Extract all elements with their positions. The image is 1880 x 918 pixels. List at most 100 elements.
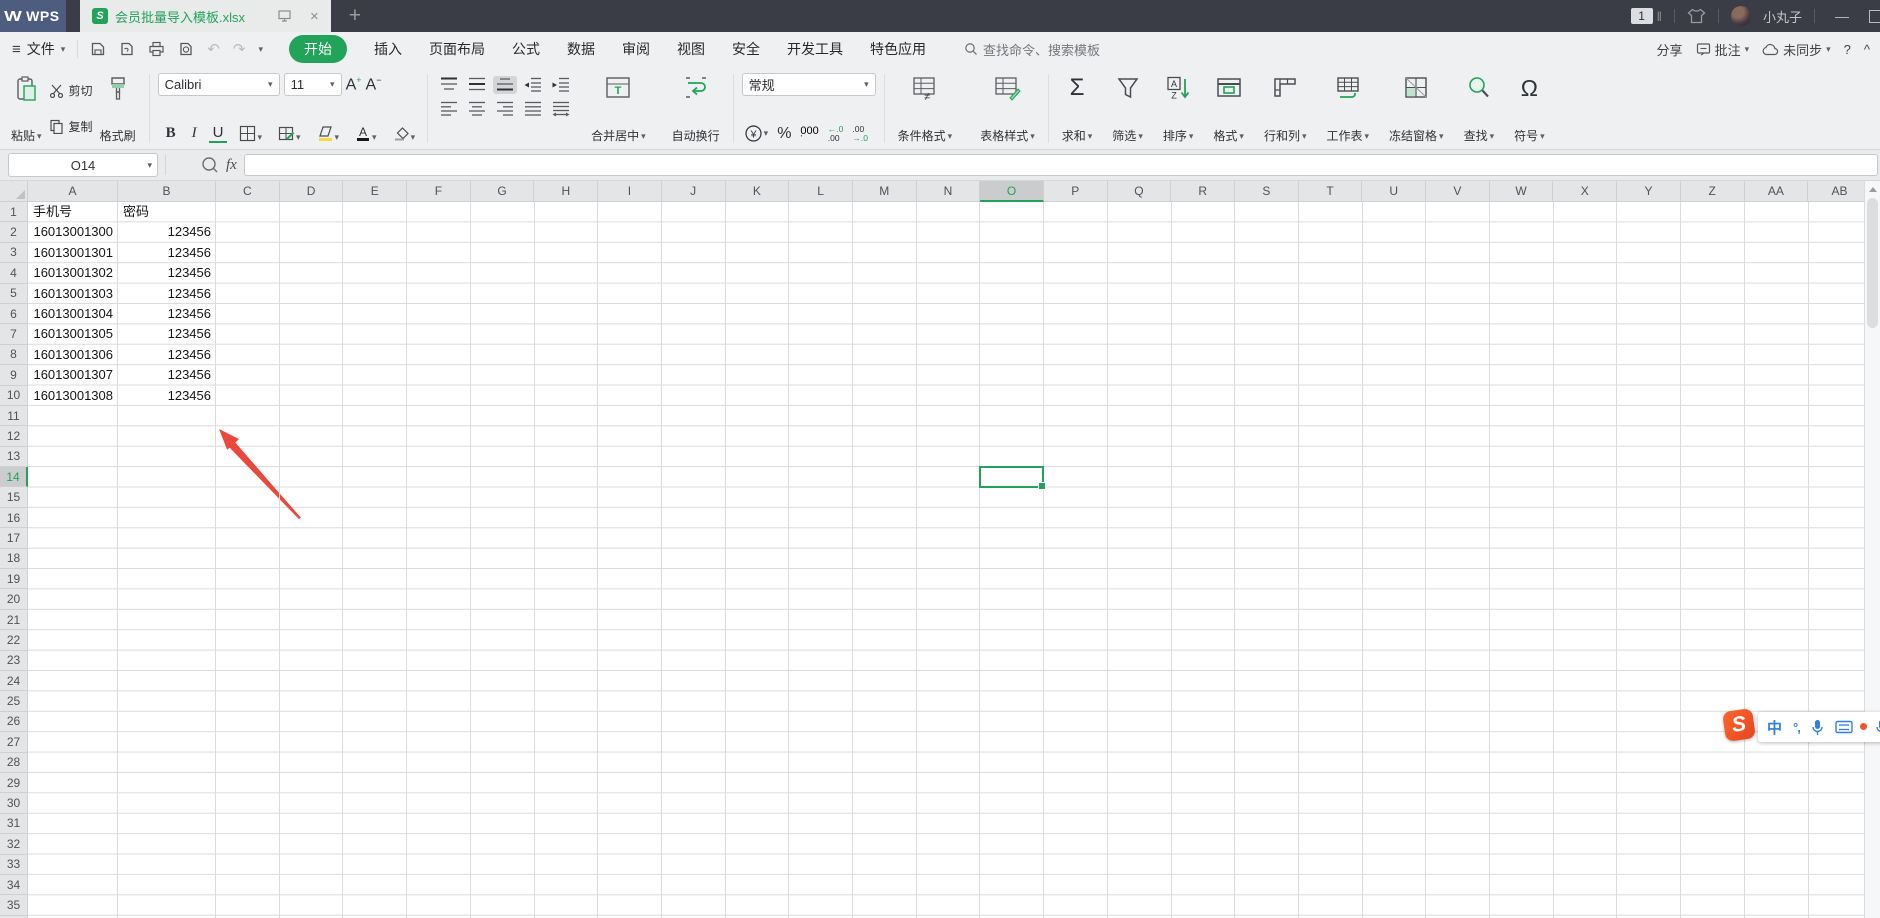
- column-header-S[interactable]: S: [1235, 181, 1299, 202]
- freeze-panes-button[interactable]: 冻结窗格 ▾: [1384, 71, 1449, 146]
- font-family-select[interactable]: Calibri ▾: [157, 73, 280, 96]
- column-header-J[interactable]: J: [661, 181, 726, 202]
- column-header-G[interactable]: G: [470, 181, 535, 202]
- column-header-Z[interactable]: Z: [1680, 181, 1745, 202]
- scrollbar-thumb[interactable]: [1867, 198, 1878, 328]
- menu-tab-4[interactable]: 公式: [512, 35, 540, 63]
- pin-to-desktop-icon[interactable]: [278, 10, 291, 22]
- row-header-4[interactable]: 4: [0, 263, 28, 284]
- cell-A2[interactable]: 16013001300: [28, 222, 118, 242]
- new-tab-button[interactable]: +: [349, 4, 361, 28]
- row-header-2[interactable]: 2: [0, 222, 28, 243]
- row-header-32[interactable]: 32: [0, 834, 28, 855]
- distribute-button[interactable]: [549, 100, 573, 118]
- column-header-X[interactable]: X: [1553, 181, 1618, 202]
- cell-A6[interactable]: 16013001304: [28, 304, 118, 324]
- ime-chinese-mode-button[interactable]: 中: [1767, 717, 1782, 738]
- font-color-button[interactable]: A ▾: [351, 124, 381, 143]
- column-header-I[interactable]: I: [598, 181, 662, 202]
- cell-B4[interactable]: 123456: [118, 263, 216, 283]
- menu-tab-3[interactable]: 页面布局: [429, 35, 485, 63]
- row-header-30[interactable]: 30: [0, 793, 28, 814]
- cell-B8[interactable]: 123456: [118, 345, 216, 365]
- decrease-indent-button[interactable]: [521, 76, 545, 94]
- window-restore-button[interactable]: [1869, 9, 1880, 23]
- window-minimize-button[interactable]: —: [1827, 8, 1857, 24]
- cell-B7[interactable]: 123456: [118, 324, 216, 344]
- row-header-3[interactable]: 3: [0, 242, 28, 264]
- row-header-26[interactable]: 26: [0, 711, 28, 733]
- row-header-13[interactable]: 13: [0, 446, 28, 468]
- sync-status-button[interactable]: 未同步 ▾: [1762, 40, 1831, 59]
- row-header-14[interactable]: 14: [0, 467, 28, 488]
- row-header-6[interactable]: 6: [0, 303, 28, 325]
- table-style-button[interactable]: 表格样式 ▾: [975, 71, 1040, 146]
- decrease-font-button[interactable]: A−: [366, 75, 382, 94]
- sort-button[interactable]: A Z 排序 ▾: [1158, 71, 1199, 146]
- cell-A4[interactable]: 16013001302: [28, 263, 118, 283]
- menu-tab-10[interactable]: 特色应用: [870, 35, 926, 63]
- cell-A9[interactable]: 16013001307: [28, 365, 118, 385]
- column-header-L[interactable]: L: [789, 181, 853, 202]
- column-header-B[interactable]: B: [118, 181, 216, 202]
- name-box[interactable]: O14 ▾: [8, 153, 158, 177]
- cell-A5[interactable]: 16013001303: [28, 284, 118, 304]
- row-header-17[interactable]: 17: [0, 528, 28, 549]
- bold-button[interactable]: B: [162, 124, 180, 143]
- row-header-25[interactable]: 25: [0, 691, 28, 712]
- align-bottom-button[interactable]: [493, 76, 518, 94]
- cell-A10[interactable]: 16013001308: [28, 386, 118, 406]
- column-header-M[interactable]: M: [852, 181, 917, 202]
- row-header-23[interactable]: 23: [0, 650, 28, 671]
- column-header-T[interactable]: T: [1298, 181, 1363, 202]
- currency-button[interactable]: ¥ ▾: [744, 124, 768, 143]
- underline-button[interactable]: U: [208, 124, 228, 143]
- menu-tab-8[interactable]: 安全: [732, 35, 760, 63]
- row-header-33[interactable]: 33: [0, 854, 28, 875]
- ime-punctuation-button[interactable]: °,: [1793, 720, 1801, 735]
- column-header-U[interactable]: U: [1362, 181, 1427, 202]
- selected-cell-O14[interactable]: [979, 466, 1046, 491]
- cell-B5[interactable]: 123456: [118, 284, 216, 304]
- column-header-N[interactable]: N: [916, 181, 981, 202]
- row-header-21[interactable]: 21: [0, 609, 28, 631]
- comment-button[interactable]: 批注 ▾: [1696, 40, 1749, 59]
- row-header-27[interactable]: 27: [0, 732, 28, 753]
- ime-more-icon[interactable]: [1875, 719, 1880, 736]
- row-header-9[interactable]: 9: [0, 365, 28, 386]
- cell-A1[interactable]: 手机号: [28, 202, 118, 222]
- column-header-O[interactable]: O: [980, 181, 1044, 202]
- command-search[interactable]: 查找命令、搜索模板: [964, 40, 1100, 59]
- symbol-button[interactable]: Ω 符号 ▾: [1509, 71, 1550, 146]
- cell-A7[interactable]: 16013001305: [28, 324, 118, 344]
- ime-mic-icon[interactable]: [1811, 719, 1824, 736]
- ime-keyboard-icon[interactable]: [1835, 720, 1853, 734]
- select-all-corner[interactable]: [0, 181, 28, 202]
- align-left-button[interactable]: [437, 100, 461, 118]
- column-header-Q[interactable]: Q: [1107, 181, 1172, 202]
- align-right-button[interactable]: [493, 100, 517, 118]
- number-format-select[interactable]: 常规 ▾: [741, 73, 876, 96]
- justify-button[interactable]: [521, 100, 545, 118]
- undo-icon[interactable]: ↶: [207, 40, 220, 58]
- row-header-10[interactable]: 10: [0, 385, 28, 406]
- thousands-separator-button[interactable]: 000’: [800, 125, 818, 142]
- find-button[interactable]: 查找 ▾: [1459, 71, 1500, 146]
- cell-B2[interactable]: 123456: [118, 222, 216, 242]
- notification-badge[interactable]: 1: [1630, 8, 1653, 24]
- print-preview-icon[interactable]: [178, 41, 194, 57]
- worksheet-button[interactable]: 工作表 ▾: [1321, 71, 1374, 146]
- row-header-34[interactable]: 34: [0, 874, 28, 896]
- row-header-19[interactable]: 19: [0, 569, 28, 590]
- row-header-16[interactable]: 16: [0, 507, 28, 529]
- column-header-V[interactable]: V: [1426, 181, 1490, 202]
- copy-button[interactable]: 复制: [49, 118, 93, 135]
- user-avatar[interactable]: [1730, 6, 1751, 26]
- wrap-text-button[interactable]: 自动换行: [667, 71, 725, 146]
- print-icon[interactable]: [148, 41, 165, 57]
- column-header-E[interactable]: E: [343, 181, 408, 202]
- filter-button[interactable]: 筛选 ▾: [1107, 71, 1148, 146]
- cell-B3[interactable]: 123456: [118, 243, 216, 263]
- export-pdf-icon[interactable]: [119, 41, 135, 57]
- row-header-12[interactable]: 12: [0, 426, 28, 447]
